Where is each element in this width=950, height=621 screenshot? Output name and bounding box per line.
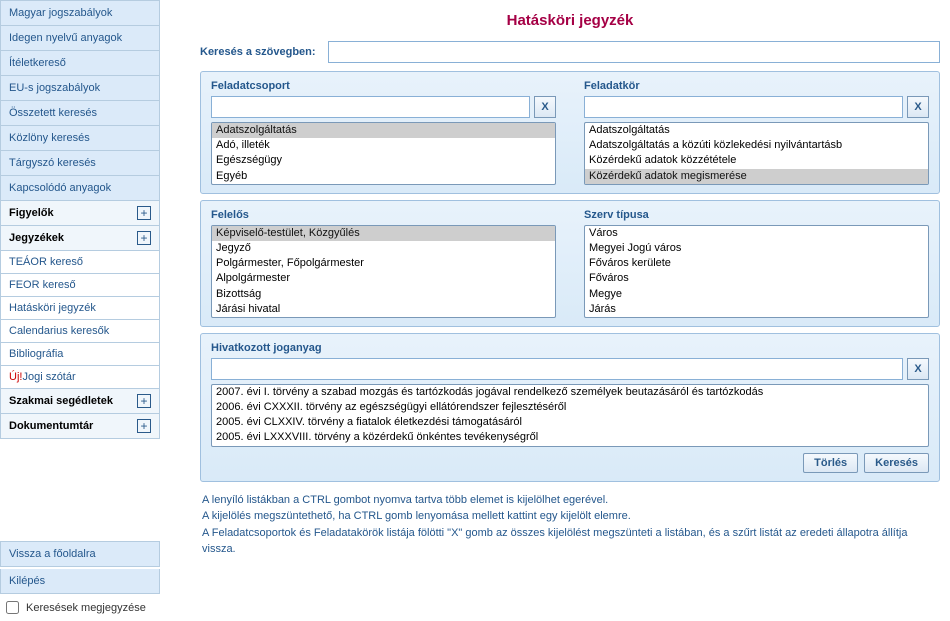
hivatkozott-input[interactable] — [211, 358, 903, 380]
feladatkor-list[interactable]: Adatszolgáltatás Adatszolgáltatás a közú… — [584, 122, 929, 185]
clear-button[interactable]: Törlés — [803, 453, 858, 473]
list-item[interactable]: 2005. évi CLXXIV. törvény a fiatalok éle… — [212, 415, 928, 430]
page-title: Hatásköri jegyzék — [200, 4, 940, 41]
nav-itelet[interactable]: Ítéletkereső — [0, 51, 160, 76]
szervtipus-label: Szerv típusa — [584, 209, 929, 221]
panel-1: Feladatcsoport X Adatszolgáltatás Adó, i… — [200, 71, 940, 194]
nav-targyszo[interactable]: Tárgyszó keresés — [0, 151, 160, 176]
list-item[interactable]: Közérdekű adatok megismerése — [585, 169, 928, 184]
help-line: A lenyíló listákban a CTRL gombot nyomva… — [202, 492, 938, 509]
list-item[interactable]: Adatszolgáltatás a közúti közlekedési ny… — [585, 138, 928, 153]
list-item[interactable]: Főváros kerülete — [585, 256, 928, 271]
section-jegyzekek[interactable]: Jegyzékek + — [0, 226, 160, 251]
section-label: Dokumentumtár — [9, 420, 93, 432]
list-item[interactable]: Jegyző — [212, 241, 555, 256]
list-item[interactable]: 2007. évi I. törvény a szabad mozgás és … — [212, 385, 928, 400]
section-figyelok[interactable]: Figyelők + — [0, 201, 160, 226]
feladatcsoport-input[interactable] — [211, 96, 530, 118]
hivatkozott-label: Hivatkozott joganyag — [211, 342, 322, 354]
list-item[interactable]: Polgármester, Főpolgármester — [212, 256, 555, 271]
help-line: A Feladatcsoportok és Feladatakörök list… — [202, 525, 938, 558]
uj-prefix: Új! — [9, 371, 22, 383]
uj-rest: Jogi szótár — [22, 371, 75, 383]
search-text-label: Keresés a szövegben: — [200, 46, 316, 58]
list-item[interactable]: Adatszolgáltatás — [212, 123, 555, 138]
nav-kapcsolodo[interactable]: Kapcsolódó anyagok — [0, 176, 160, 201]
list-item[interactable]: Járás — [585, 302, 928, 317]
feladatcsoport-label: Feladatcsoport — [211, 80, 556, 92]
list-item[interactable]: Közérdekű adatok közzététele — [585, 153, 928, 168]
section-szakmai[interactable]: Szakmai segédletek + — [0, 389, 160, 414]
felelos-list[interactable]: Képviselő-testület, Közgyűlés Jegyző Pol… — [211, 225, 556, 318]
section-dokutar[interactable]: Dokumentumtár + — [0, 414, 160, 439]
nav-magyar[interactable]: Magyar jogszabályok — [0, 0, 160, 26]
section-label: Szakmai segédletek — [9, 395, 113, 407]
hivatkozott-list[interactable]: 2007. évi I. törvény a szabad mozgás és … — [211, 384, 929, 447]
feladatkor-label: Feladatkör — [584, 80, 929, 92]
nav-kozlony[interactable]: Közlöny keresés — [0, 126, 160, 151]
expand-icon[interactable]: + — [137, 419, 151, 433]
remember-label: Keresések megjegyzése — [26, 602, 146, 614]
list-item[interactable]: Város — [585, 226, 928, 241]
expand-icon[interactable]: + — [137, 394, 151, 408]
search-text-input[interactable] — [328, 41, 940, 63]
list-item[interactable]: Alpolgármester — [212, 271, 555, 286]
list-item[interactable]: Adatszolgáltatás — [585, 123, 928, 138]
expand-icon[interactable]: + — [137, 206, 151, 220]
search-button[interactable]: Keresés — [864, 453, 929, 473]
nav-fooldal[interactable]: Vissza a főoldalra — [0, 541, 160, 567]
help-line: A kijelölés megszüntethető, ha CTRL gomb… — [202, 508, 938, 525]
nav-kilepes[interactable]: Kilépés — [0, 569, 160, 594]
nav-osszetett[interactable]: Összetett keresés — [0, 101, 160, 126]
sub-hataskori[interactable]: Hatásköri jegyzék — [0, 297, 160, 320]
list-item[interactable]: Képviselő-testület, Közgyűlés — [212, 226, 555, 241]
sub-calendarius[interactable]: Calendarius keresők — [0, 320, 160, 343]
panel-2: Felelős Képviselő-testület, Közgyűlés Je… — [200, 200, 940, 327]
section-label: Figyelők — [9, 207, 54, 219]
szervtipus-list[interactable]: Város Megyei Jogú város Főváros kerülete… — [584, 225, 929, 318]
expand-icon[interactable]: + — [137, 231, 151, 245]
sub-jogi-szotar[interactable]: Új!Jogi szótár — [0, 366, 160, 389]
feladatkor-input[interactable] — [584, 96, 903, 118]
help-text: A lenyíló listákban a CTRL gombot nyomva… — [200, 488, 940, 562]
feladatcsoport-list[interactable]: Adatszolgáltatás Adó, illeték Egészségüg… — [211, 122, 556, 185]
list-item[interactable]: Egészségügy — [212, 153, 555, 168]
sub-teaor[interactable]: TEÁOR kereső — [0, 251, 160, 274]
sub-feor[interactable]: FEOR kereső — [0, 274, 160, 297]
list-item[interactable]: Adó, illeték — [212, 138, 555, 153]
list-item[interactable]: Járási hivatal — [212, 302, 555, 317]
hivatkozott-clear[interactable]: X — [907, 358, 929, 380]
felelos-label: Felelős — [211, 209, 556, 221]
feladatkor-clear[interactable]: X — [907, 96, 929, 118]
nav-eu[interactable]: EU-s jogszabályok — [0, 76, 160, 101]
list-item[interactable]: Bizottság — [212, 287, 555, 302]
list-item[interactable]: 2005. évi LXXXVIII. törvény a közérdekű … — [212, 430, 928, 445]
sub-bibliografia[interactable]: Bibliográfia — [0, 343, 160, 366]
feladatcsoport-clear[interactable]: X — [534, 96, 556, 118]
list-item[interactable]: Egyéb — [212, 169, 555, 184]
section-label: Jegyzékek — [9, 232, 64, 244]
list-item[interactable]: Főváros — [585, 271, 928, 286]
remember-checkbox[interactable] — [6, 601, 19, 614]
list-item[interactable]: 2006. évi CXXXII. törvény az egészségügy… — [212, 400, 928, 415]
panel-3: Hivatkozott joganyag X 2007. évi I. törv… — [200, 333, 940, 482]
remember-searches[interactable]: Keresések megjegyzése — [0, 594, 160, 621]
list-item[interactable]: Megye — [585, 287, 928, 302]
nav-idegen[interactable]: Idegen nyelvű anyagok — [0, 26, 160, 51]
list-item[interactable]: Megyei Jogú város — [585, 241, 928, 256]
